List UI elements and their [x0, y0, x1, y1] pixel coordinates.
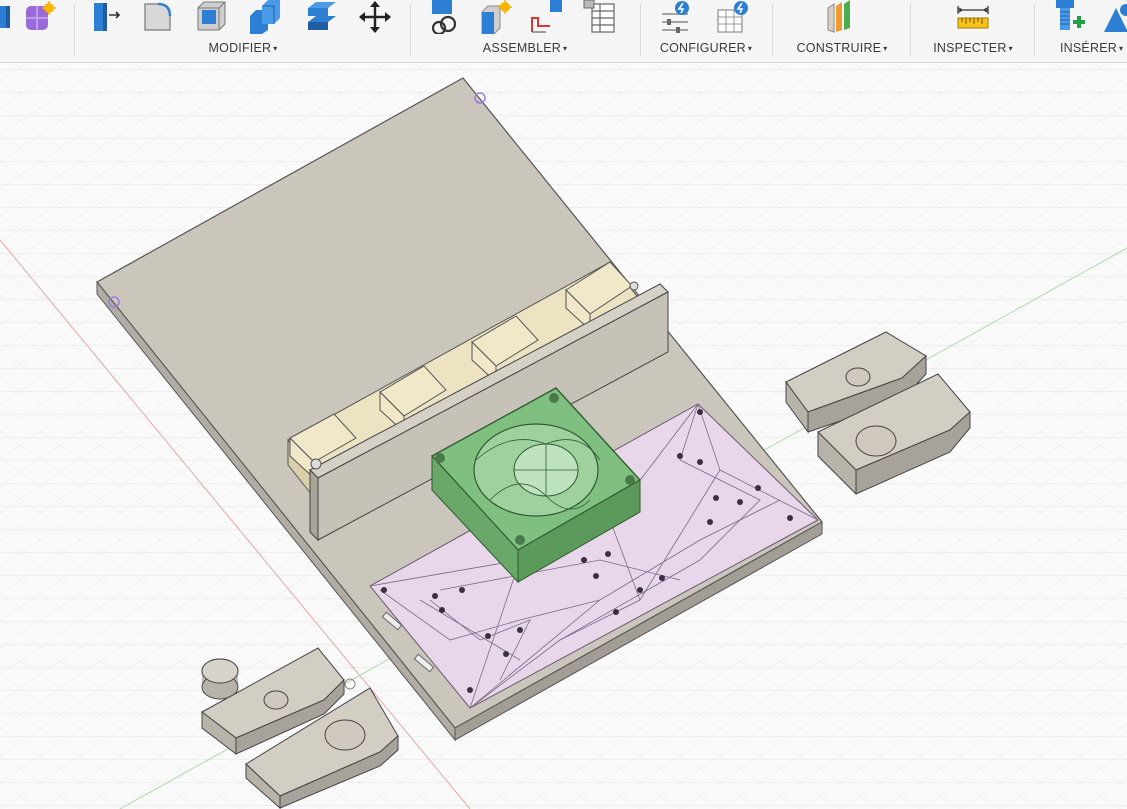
insert-mcmaster-icon[interactable] [1052, 0, 1086, 34]
modify-menu[interactable]: MODIFIER ▾ [76, 41, 410, 55]
insert-decal-icon[interactable] [1102, 0, 1127, 34]
insert-group: INSÉRER ▾ [1036, 0, 1127, 62]
assemble-group: ASSEMBLER ▾ [412, 0, 638, 62]
configure-table-icon[interactable] [716, 0, 750, 34]
inspect-menu[interactable]: INSPECTER ▾ [912, 41, 1034, 55]
assemble-menu[interactable]: ASSEMBLER ▾ [412, 41, 638, 55]
midplane-icon[interactable] [824, 0, 858, 34]
separator [910, 4, 911, 56]
scene[interactable] [0, 63, 1127, 809]
move-copy-icon[interactable] [358, 0, 392, 34]
configure-group: CONFIGURER ▾ [642, 0, 770, 62]
separator [410, 4, 411, 56]
measure-icon[interactable] [956, 0, 990, 34]
toolbar: MODIFIER ▾ ASSEMBLER ▾ CONFIGURER ▾ CONS… [0, 0, 1127, 63]
separator [640, 4, 641, 56]
replace-face-icon[interactable] [304, 0, 338, 34]
shell-icon[interactable] [194, 0, 228, 34]
table-icon[interactable] [582, 0, 616, 34]
configure-menu[interactable]: CONFIGURER ▾ [642, 41, 770, 55]
separator [772, 4, 773, 56]
extrude-partial-icon[interactable] [0, 0, 16, 34]
knob[interactable] [201, 658, 239, 700]
press-pull-icon[interactable] [90, 0, 124, 34]
canvas-viewport[interactable] [0, 63, 1127, 809]
insert-menu[interactable]: INSÉRER ▾ [1036, 41, 1127, 55]
combine-icon[interactable] [248, 0, 282, 34]
as-built-joint-icon[interactable] [530, 0, 564, 34]
construct-menu[interactable]: CONSTRUIRE ▾ [774, 41, 910, 55]
separator [1034, 4, 1035, 56]
construct-group: CONSTRUIRE ▾ [774, 0, 910, 62]
form-icon[interactable] [22, 0, 56, 34]
modify-group: MODIFIER ▾ [76, 0, 410, 62]
inspect-group: INSPECTER ▾ [912, 0, 1034, 62]
fillet-icon[interactable] [140, 0, 174, 34]
joint-icon[interactable] [478, 0, 512, 34]
configure-parameter-icon[interactable] [658, 0, 692, 34]
separator [74, 4, 75, 56]
new-component-icon[interactable] [426, 0, 460, 34]
